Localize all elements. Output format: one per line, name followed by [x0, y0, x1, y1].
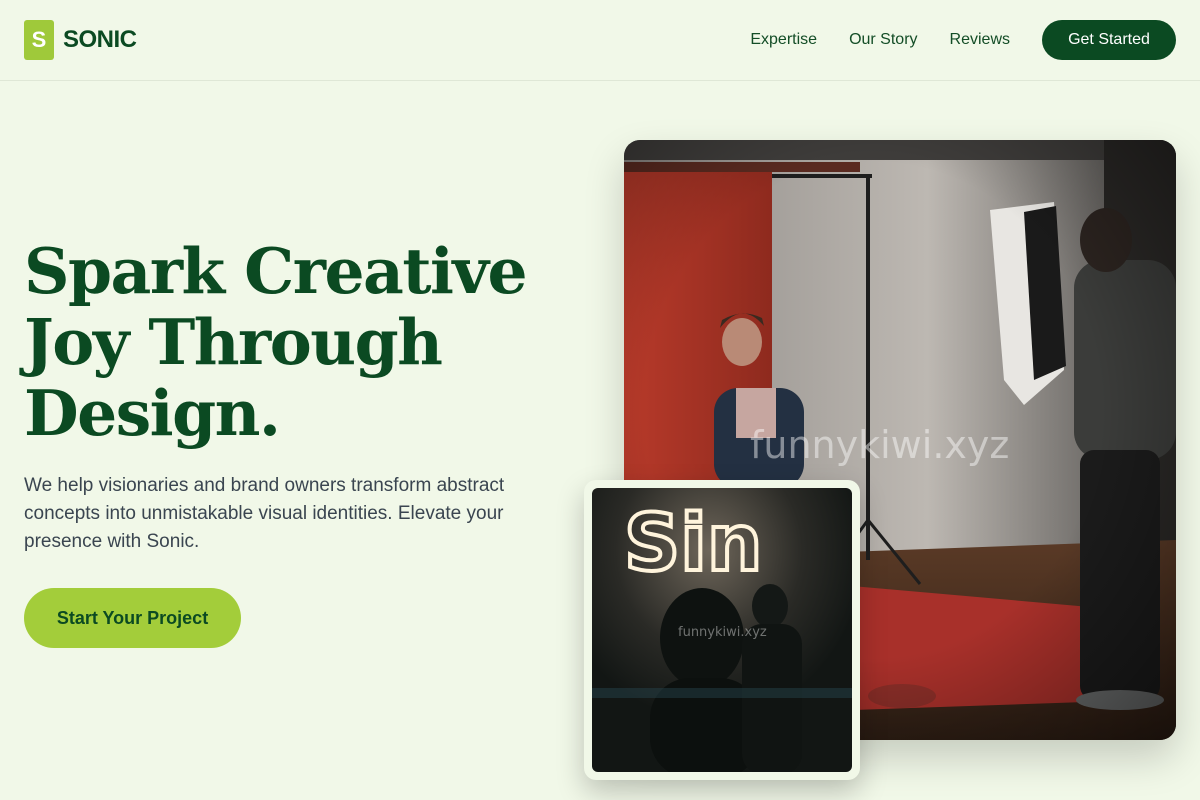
nav-link-our-story[interactable]: Our Story	[849, 31, 917, 49]
get-started-button[interactable]: Get Started	[1042, 20, 1176, 60]
main-nav: Expertise Our Story Reviews Get Started	[750, 20, 1176, 60]
hero-title: Spark Creative Joy Through Design.	[24, 234, 528, 450]
nav-link-expertise[interactable]: Expertise	[750, 31, 817, 49]
nav-link-reviews[interactable]: Reviews	[950, 31, 1010, 49]
main-photo-watermark: funnykiwi.xyz	[750, 423, 1009, 467]
neon-photo-card: Sin funnykiwi.xyz	[584, 480, 860, 780]
brand-name: SONIC	[63, 26, 137, 53]
logo[interactable]: S SONIC	[24, 20, 137, 60]
logo-mark-icon: S	[24, 20, 54, 60]
site-header: S SONIC Expertise Our Story Reviews Get …	[0, 0, 1200, 81]
hero-subtitle: We help visionaries and brand owners tra…	[24, 475, 505, 552]
start-project-button[interactable]: Start Your Project	[24, 588, 241, 648]
small-photo-watermark: funnykiwi.xyz	[678, 625, 767, 640]
neon-sign-text: Sin	[624, 499, 762, 589]
